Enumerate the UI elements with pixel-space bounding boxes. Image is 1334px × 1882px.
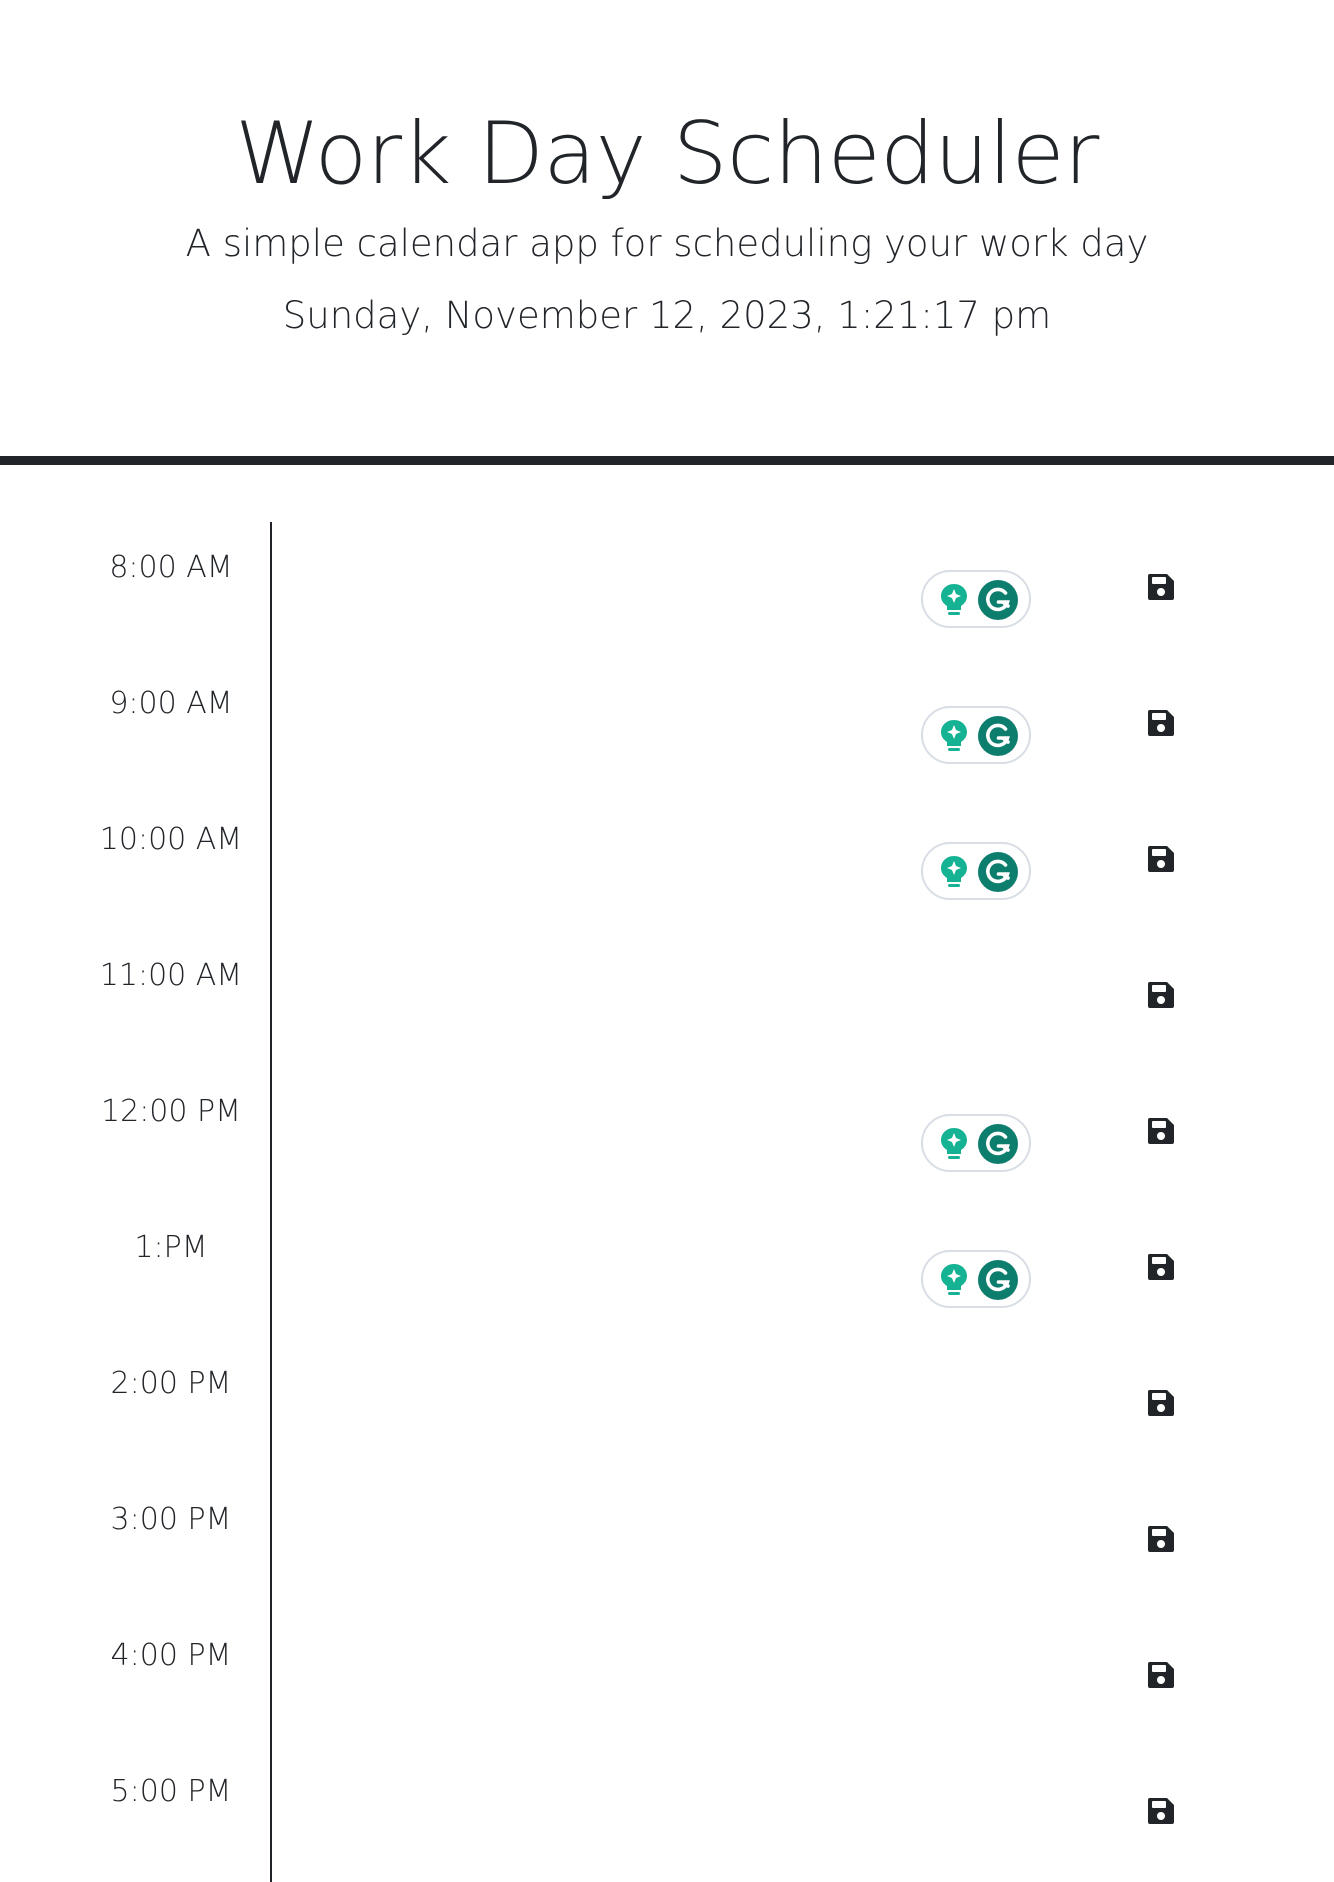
- current-datetime: Sunday, November 12, 2023, 1:21:17 pm: [282, 294, 1052, 337]
- floppy-disk-icon: [1147, 1390, 1174, 1416]
- grammarly-g-icon: [978, 852, 1018, 892]
- save-button[interactable]: [1140, 566, 1182, 608]
- grammarly-widget[interactable]: [921, 570, 1031, 628]
- save-button[interactable]: [1140, 838, 1182, 880]
- grammarly-g-icon: [978, 1124, 1018, 1164]
- floppy-disk-icon: [1147, 982, 1174, 1008]
- lightbulb-sparkle-icon: [941, 720, 967, 751]
- time-block-row: 3:00 PM: [0, 1474, 1334, 1610]
- floppy-disk-icon: [1147, 1254, 1174, 1280]
- time-block-row: 11:00 AM: [0, 930, 1334, 1066]
- event-description-input[interactable]: [272, 1610, 1072, 1746]
- time-block-row: 2:00 PM: [0, 1338, 1334, 1474]
- event-description-input[interactable]: [272, 1474, 1072, 1610]
- header: Work Day Scheduler A simple calendar app…: [0, 0, 1334, 465]
- save-button[interactable]: [1140, 1382, 1182, 1424]
- page-title: Work Day Scheduler: [235, 104, 1099, 204]
- event-description-input[interactable]: [272, 1746, 1072, 1882]
- save-button[interactable]: [1140, 1518, 1182, 1560]
- event-description-input[interactable]: [272, 930, 1072, 1066]
- grammarly-g-icon: [978, 580, 1018, 620]
- floppy-disk-icon: [1147, 574, 1174, 600]
- floppy-disk-icon: [1147, 1526, 1174, 1552]
- lightbulb-sparkle-icon: [941, 856, 967, 887]
- save-button[interactable]: [1140, 974, 1182, 1016]
- time-block-row: 4:00 PM: [0, 1610, 1334, 1746]
- event-description-input[interactable]: [272, 1338, 1072, 1474]
- schedule-container: 8:00 AM 9:00 AM 10:00 AM 11:00 AM 12:00 …: [0, 522, 1334, 1882]
- floppy-disk-icon: [1147, 1662, 1174, 1688]
- page-subtitle: A simple calendar app for scheduling you…: [185, 222, 1149, 265]
- grammarly-widget[interactable]: [921, 842, 1031, 900]
- time-block-row: 10:00 AM: [0, 794, 1334, 930]
- save-button[interactable]: [1140, 1246, 1182, 1288]
- lightbulb-sparkle-icon: [941, 1128, 967, 1159]
- time-block-row: 8:00 AM: [0, 522, 1334, 658]
- lightbulb-sparkle-icon: [941, 584, 967, 615]
- time-block-row: 5:00 PM: [0, 1746, 1334, 1882]
- grammarly-widget[interactable]: [921, 1250, 1031, 1308]
- save-button[interactable]: [1140, 1654, 1182, 1696]
- floppy-disk-icon: [1147, 1798, 1174, 1824]
- lightbulb-sparkle-icon: [941, 1264, 967, 1295]
- floppy-disk-icon: [1147, 846, 1174, 872]
- floppy-disk-icon: [1147, 1118, 1174, 1144]
- save-button[interactable]: [1140, 1110, 1182, 1152]
- grammarly-widget[interactable]: [921, 706, 1031, 764]
- grammarly-g-icon: [978, 1260, 1018, 1300]
- grammarly-g-icon: [978, 716, 1018, 756]
- save-button[interactable]: [1140, 1790, 1182, 1832]
- save-button[interactable]: [1140, 702, 1182, 744]
- time-block-row: 12:00 PM: [0, 1066, 1334, 1202]
- time-block-row: 9:00 AM: [0, 658, 1334, 794]
- floppy-disk-icon: [1147, 710, 1174, 736]
- time-block-row: 1:PM: [0, 1202, 1334, 1338]
- grammarly-widget[interactable]: [921, 1114, 1031, 1172]
